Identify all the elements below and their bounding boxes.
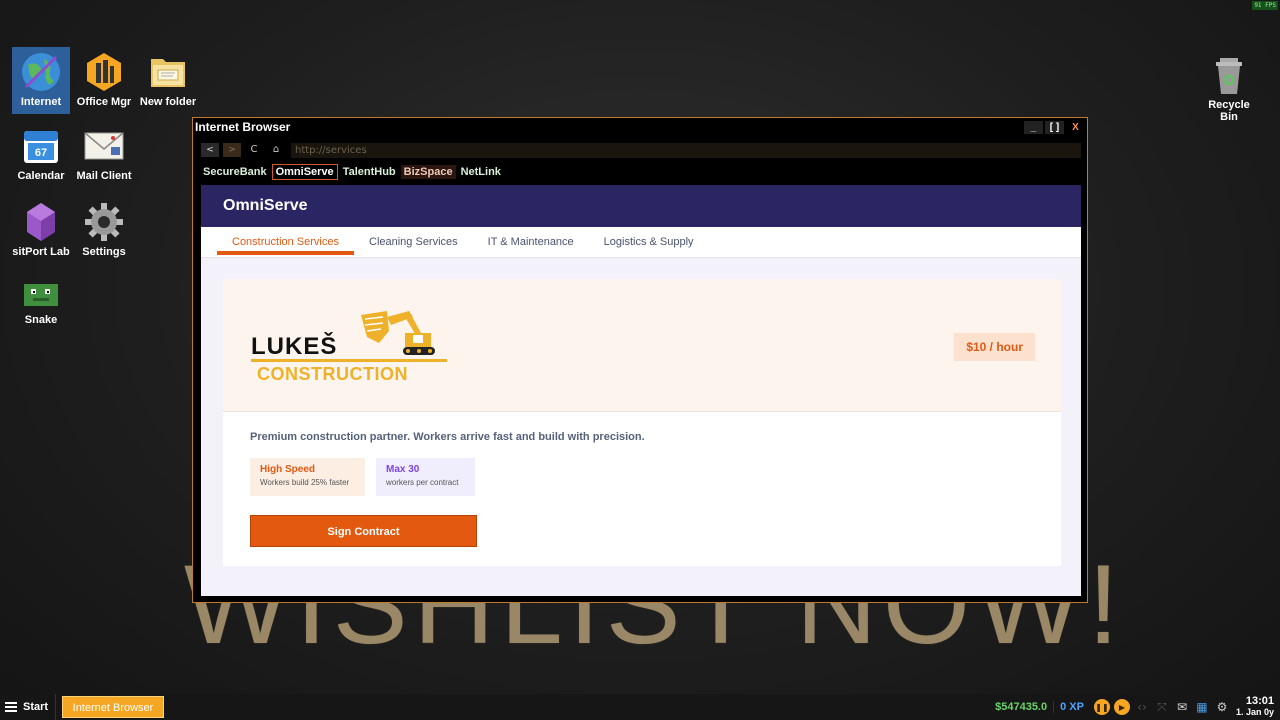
feature-title: High Speed	[260, 464, 316, 475]
bookmark-securebank[interactable]: SecureBank	[200, 165, 270, 179]
globe-icon	[20, 51, 62, 93]
feature-subtitle: Workers build 25% faster	[260, 478, 350, 487]
play-icon[interactable]: ▶	[1113, 699, 1130, 715]
tab-it-maintenance[interactable]: IT & Maintenance	[473, 227, 589, 257]
company-logo: LUKEŠ CONSTRUCTION	[251, 309, 451, 389]
desktop-icon-label: Recycle Bin	[1208, 99, 1250, 123]
taskbar: Start Internet Browser $547435.0 0 XP ❚❚…	[0, 694, 1280, 720]
clock: 13:01 1. Jan 0y	[1230, 696, 1280, 718]
bookmarks-bar: SecureBank OmniServe TalentHub BizSpace …	[193, 163, 1087, 181]
desktop-icon-label: New folder	[139, 96, 197, 108]
window-titlebar[interactable]: Internet Browser _ [ ] X	[193, 118, 1087, 136]
home-icon[interactable]: ⌂	[267, 143, 285, 157]
fullscreen-icon[interactable]: ⤧	[1154, 699, 1170, 715]
logo-line-2: CONSTRUCTION	[257, 364, 408, 384]
maximize-button[interactable]: [ ]	[1045, 120, 1064, 134]
web-page: OmniServe Construction Services Cleaning…	[201, 185, 1081, 596]
calendar-tray-icon[interactable]: ▦	[1194, 699, 1210, 715]
office-building-icon	[83, 51, 125, 93]
tab-logistics-supply[interactable]: Logistics & Supply	[589, 227, 709, 257]
start-label: Start	[23, 701, 49, 713]
system-tray: $547435.0 0 XP ❚❚ ▶ ‹› ⤧ ✉ ▦ ⚙ 13:01 1. …	[989, 694, 1280, 720]
calendar-icon: 67	[20, 125, 62, 167]
feature-badge-max: Max 30 workers per contract	[376, 458, 475, 496]
trash-icon	[1208, 54, 1250, 96]
desktop-icon-sitport-lab[interactable]: sitPort Lab	[12, 197, 70, 258]
logo-line-1: LUKEŠ	[251, 333, 338, 360]
calendar-icon-day: 67	[35, 147, 47, 159]
snake-icon	[20, 279, 62, 311]
desktop-icon-office-mgr[interactable]: Office Mgr	[75, 47, 133, 108]
desktop-icon-label: Snake	[24, 314, 58, 326]
reload-icon[interactable]: C	[245, 143, 263, 157]
fast-forward-icon[interactable]: ‹›	[1134, 699, 1150, 715]
desktop-icon-internet[interactable]: Internet	[12, 47, 70, 114]
sign-contract-button[interactable]: Sign Contract	[250, 515, 477, 547]
desktop-icon-settings[interactable]: Settings	[75, 197, 133, 258]
desktop-icon-recycle-bin[interactable]: Recycle Bin	[1200, 50, 1258, 123]
window-title: Internet Browser	[195, 120, 291, 134]
desktop-icon-snake[interactable]: Snake	[12, 275, 70, 326]
xp-display: 0 XP	[1053, 701, 1090, 713]
minimize-button[interactable]: _	[1024, 120, 1043, 134]
desktop-icon-label: Settings	[82, 246, 126, 258]
back-button[interactable]: <	[201, 143, 219, 157]
bookmark-netlink[interactable]: NetLink	[458, 165, 504, 179]
close-button[interactable]: X	[1066, 120, 1085, 134]
start-button[interactable]: Start	[0, 694, 56, 720]
bookmark-omniserve[interactable]: OmniServe	[271, 164, 338, 180]
desktop-icon-label: Mail Client	[76, 170, 132, 182]
site-header: OmniServe	[201, 185, 1081, 227]
folder-icon	[147, 51, 189, 93]
clock-date: 1. Jan 0y	[1235, 707, 1274, 717]
desktop-icon-label: Office Mgr	[76, 96, 132, 108]
tab-construction-services[interactable]: Construction Services	[217, 227, 354, 257]
desktop-icon-label: sitPort Lab	[12, 246, 70, 258]
mail-tray-icon[interactable]: ✉	[1174, 699, 1190, 715]
browser-window[interactable]: Internet Browser _ [ ] X < > C ⌂ http://…	[192, 117, 1088, 603]
desktop-icon-new-folder[interactable]: New folder	[139, 47, 197, 108]
bookmark-bizspace[interactable]: BizSpace	[400, 165, 456, 179]
feature-title: Max 30	[386, 464, 420, 475]
service-description: Premium construction partner. Workers ar…	[250, 431, 645, 443]
menu-icon	[5, 702, 17, 712]
fps-counter: 91 FPS	[1252, 1, 1278, 10]
desktop-icon-calendar[interactable]: 67 Calendar	[12, 121, 70, 182]
desktop-icon-mail-client[interactable]: Mail Client	[75, 121, 133, 182]
settings-tray-icon[interactable]: ⚙	[1214, 699, 1230, 715]
money-display: $547435.0	[995, 701, 1048, 713]
crystal-icon	[20, 201, 62, 243]
excavator-icon	[361, 311, 435, 355]
pause-icon[interactable]: ❚❚	[1093, 699, 1110, 715]
url-input[interactable]: http://services	[291, 142, 1081, 158]
feature-subtitle: workers per contract	[386, 478, 459, 487]
desktop-icon-label: Internet	[20, 96, 62, 108]
feature-badge-speed: High Speed Workers build 25% faster	[250, 458, 365, 496]
service-card: LUKEŠ CONSTRUCTION $10 / hour Premium co…	[223, 279, 1061, 566]
service-tabs: Construction Services Cleaning Services …	[201, 227, 1081, 258]
price-badge: $10 / hour	[954, 333, 1035, 361]
desktop-icon-label: Calendar	[17, 170, 65, 182]
bookmark-talenthub[interactable]: TalentHub	[340, 165, 399, 179]
card-hero: LUKEŠ CONSTRUCTION $10 / hour	[223, 279, 1061, 412]
clock-time: 13:01	[1245, 695, 1274, 707]
mail-icon	[83, 125, 125, 167]
forward-button[interactable]: >	[223, 143, 241, 157]
tab-cleaning-services[interactable]: Cleaning Services	[354, 227, 473, 257]
site-brand: OmniServe	[223, 197, 308, 214]
taskbar-item-internet-browser[interactable]: Internet Browser	[62, 696, 164, 718]
gear-icon	[83, 201, 125, 243]
